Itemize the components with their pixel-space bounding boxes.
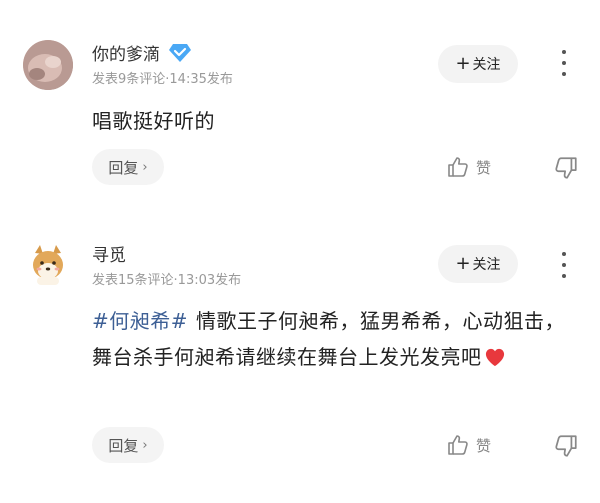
chevron-right-icon: › [142,437,148,453]
thumbs-up-icon [448,435,468,455]
comment-item: 你的爹滴 发表9条评论·14:35发布 + 关注 唱歌挺好听的 回复 › 赞 [0,0,600,215]
comment-text: 唱歌挺好听的 [92,103,572,139]
username[interactable]: 你的爹滴 [92,40,192,65]
reply-label: 回复 [108,158,139,177]
reply-button[interactable]: 回复 › [92,427,164,463]
like-label: 赞 [476,158,492,177]
hashtag-link[interactable]: #何昶希# [92,309,188,333]
username[interactable]: 寻觅 [92,241,126,266]
comment-content: 唱歌挺好听的 [92,109,215,133]
thumbs-down-icon [555,157,577,179]
heart-emoji-icon [484,342,506,378]
plus-icon: + [455,53,471,74]
follow-label: 关注 [472,257,501,273]
avatar[interactable] [23,40,73,90]
username-text[interactable]: 你的爹滴 [92,40,160,65]
follow-button[interactable]: + 关注 [438,45,518,83]
comment-text: #何昶希# 情歌王子何昶希，猛男希希，心动狙击，舞台杀手何昶希请继续在舞台上发光发… [92,303,572,378]
dislike-button[interactable] [553,433,579,459]
comment-meta: 发表9条评论·14:35发布 [92,72,233,87]
follow-label: 关注 [472,57,501,73]
avatar-image [23,40,73,90]
reply-button[interactable]: 回复 › [92,149,164,185]
plus-icon: + [455,253,471,274]
chevron-right-icon: › [142,159,148,175]
dislike-button[interactable] [553,155,579,181]
vip-diamond-icon [168,43,192,63]
dog-avatar-image [23,239,73,289]
more-options-icon[interactable] [556,252,572,278]
comment-meta: 发表15条评论·13:03发布 [92,273,242,288]
follow-button[interactable]: + 关注 [438,245,518,283]
like-button[interactable]: 赞 [446,153,491,181]
comment-item: 寻觅 发表15条评论·13:03发布 + 关注 #何昶希# 情歌王子何昶希，猛男希… [0,215,600,503]
more-options-icon[interactable] [556,50,572,76]
like-button[interactable]: 赞 [446,431,491,459]
thumbs-up-icon [448,157,468,177]
thumbs-down-icon [555,435,577,457]
username-text[interactable]: 寻觅 [92,241,126,266]
avatar[interactable] [23,239,73,289]
like-label: 赞 [476,436,492,455]
reply-label: 回复 [108,436,139,455]
